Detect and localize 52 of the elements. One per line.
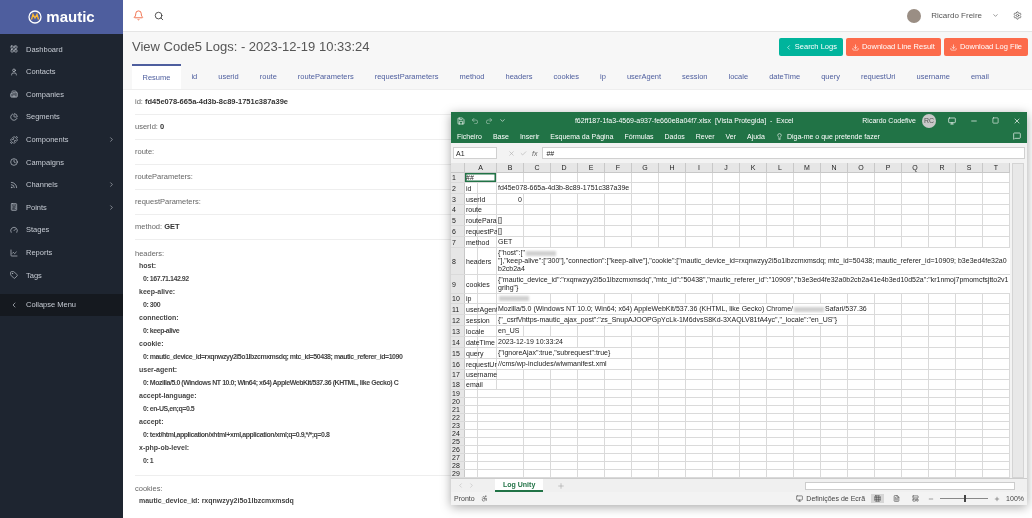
vertical-scrollbar[interactable] <box>1012 163 1024 478</box>
horizontal-scrollbar[interactable] <box>805 481 1015 490</box>
user-name[interactable]: Ricardo Freire <box>931 9 982 22</box>
chevron-right-icon <box>108 136 115 144</box>
add-sheet-icon[interactable] <box>557 481 566 490</box>
accessibility-icon[interactable] <box>480 495 488 502</box>
page-title: View Code5 Logs: - 2023-12-19 10:33:24 <box>132 38 371 57</box>
settings-icon[interactable] <box>1013 11 1022 20</box>
zoom-in-icon[interactable] <box>994 495 1001 502</box>
cancel-icon <box>508 149 515 157</box>
zoom-slider[interactable] <box>940 495 989 502</box>
grid-icon <box>10 45 18 54</box>
download-icon <box>949 43 957 51</box>
enter-icon <box>520 149 527 157</box>
line-chart-icon <box>10 248 18 257</box>
chevron-left-icon <box>784 43 792 51</box>
redo-icon[interactable] <box>485 116 493 125</box>
person-icon <box>10 67 18 76</box>
undo-icon[interactable] <box>471 116 479 125</box>
save-icon[interactable] <box>457 116 465 125</box>
search-icon[interactable] <box>154 10 164 21</box>
pie-chart-icon <box>10 113 18 122</box>
logo-icon <box>28 10 43 24</box>
blurred-text <box>794 306 825 312</box>
blurred-text <box>499 296 529 301</box>
chevron-right-icon <box>108 203 115 211</box>
display-settings-icon[interactable] <box>796 495 804 502</box>
maximize-icon[interactable] <box>992 117 999 124</box>
clock-icon <box>10 158 18 167</box>
download-icon <box>851 43 859 51</box>
comment-icon[interactable] <box>1013 132 1021 140</box>
puzzle-icon <box>10 135 18 144</box>
grid-view-icon[interactable] <box>871 494 885 503</box>
calculator-icon <box>10 203 18 212</box>
zoom-out-icon[interactable] <box>928 495 935 502</box>
rss-icon <box>10 180 18 189</box>
caret-icon[interactable] <box>992 12 999 19</box>
gauge-icon <box>10 226 18 235</box>
blurred-text <box>525 250 556 256</box>
user-avatar[interactable] <box>907 8 922 23</box>
chevron-right-icon <box>108 181 115 189</box>
close-icon[interactable] <box>1013 116 1021 125</box>
building-icon <box>10 90 18 99</box>
notification-bell-icon[interactable] <box>133 10 144 21</box>
brand-name: mautic <box>46 6 95 27</box>
caret-icon[interactable] <box>499 117 506 124</box>
cell[interactable] <box>497 294 531 303</box>
zoom-thumb[interactable] <box>964 495 967 502</box>
lightbulb-icon <box>775 132 783 140</box>
ribbon-display-icon[interactable] <box>948 116 956 125</box>
chevron-left-icon <box>10 300 18 309</box>
tag-icon <box>10 271 18 280</box>
